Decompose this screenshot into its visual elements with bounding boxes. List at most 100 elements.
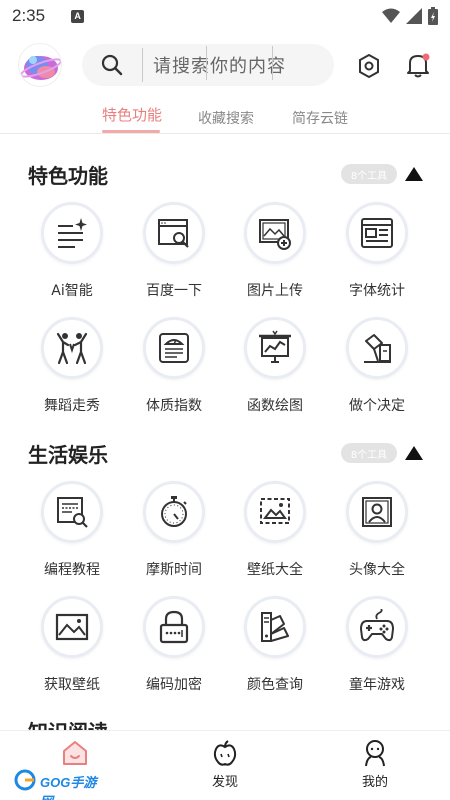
app-avatar[interactable] (18, 43, 62, 87)
tab-cloud-links[interactable]: 简存云链 (292, 108, 348, 128)
section-title-reading: 知识阅读 (28, 716, 108, 730)
bottom-nav: 发现 我的 GOG手游网 (0, 730, 450, 800)
tool-icon-circle (41, 596, 103, 658)
portrait-icon (362, 497, 392, 527)
watermark-logo: GOG手游网 (14, 769, 106, 800)
tool-label: 童年游戏 (349, 677, 405, 693)
tool-icon-circle (346, 481, 408, 543)
nav-discover[interactable]: 发现 (185, 739, 265, 799)
tool-icon-circle (143, 317, 205, 379)
tool-label: 编码加密 (146, 677, 202, 693)
tool-icon-circle (143, 481, 205, 543)
tool-ai[interactable]: Ai智能 (32, 202, 112, 302)
watermark-text: GOG手游网 (40, 775, 97, 800)
tool-label: 获取壁纸 (44, 677, 100, 693)
tool-label: 字体统计 (349, 283, 405, 299)
tool-icon-circle (41, 317, 103, 379)
home-icon (63, 741, 87, 765)
tool-count-badge: 8个工具 (341, 164, 397, 184)
chart-board-icon (259, 330, 291, 363)
search-box[interactable]: 请搜索你的内容 (82, 44, 334, 86)
notification-a-icon: A (71, 9, 85, 23)
tool-code-tutorial[interactable]: 编程教程 (32, 481, 112, 581)
stopwatch-icon (161, 496, 187, 527)
tool-icon-circle (346, 317, 408, 379)
tool-childhood-games[interactable]: 童年游戏 (337, 596, 417, 696)
tool-count-badge: 8个工具 (341, 443, 397, 463)
decision-icon (364, 334, 391, 363)
scale-icon (159, 333, 189, 363)
profile-icon (365, 740, 385, 767)
tool-encode-encrypt[interactable]: 编码加密 (134, 596, 214, 696)
color-swatch-icon (261, 612, 289, 642)
tool-font-stats[interactable]: 字体统计 (337, 202, 417, 302)
tool-label: 编程教程 (44, 562, 100, 578)
picture-icon (55, 613, 89, 641)
tool-icon-circle (41, 202, 103, 264)
bell-icon (407, 53, 430, 78)
tool-label: 头像大全 (349, 562, 405, 578)
tool-icon-circle (244, 317, 306, 379)
dance-icon (56, 332, 88, 365)
tool-bmi[interactable]: 体质指数 (134, 317, 214, 417)
section-title: 特色功能 (28, 164, 108, 188)
tool-function-plot[interactable]: 函数绘图 (235, 317, 315, 417)
ai-sparkle-icon (58, 218, 87, 248)
settings-button[interactable] (355, 52, 383, 80)
tool-image-upload[interactable]: 图片上传 (235, 202, 315, 302)
tool-icon-circle (244, 596, 306, 658)
tool-label: Ai智能 (51, 283, 93, 299)
tool-icon-circle (244, 202, 306, 264)
search-icon[interactable] (82, 44, 142, 86)
tool-label: 做个决定 (349, 398, 405, 414)
tool-icon-circle (244, 481, 306, 543)
tool-decision[interactable]: 做个决定 (337, 317, 417, 417)
signal-icon (406, 8, 422, 24)
search-input[interactable]: 请搜索你的内容 (143, 52, 286, 78)
tool-icon-circle (41, 481, 103, 543)
tool-label: 壁纸大全 (247, 562, 303, 578)
tool-icon-circle (143, 202, 205, 264)
code-tutorial-icon (57, 497, 88, 528)
tool-label: 摩斯时间 (146, 562, 202, 578)
collapse-triangle-icon[interactable] (404, 166, 424, 182)
tool-icon-circle (346, 202, 408, 264)
tool-label: 百度一下 (146, 283, 202, 299)
tool-get-wallpaper[interactable]: 获取壁纸 (32, 596, 112, 696)
tool-wallpapers[interactable]: 壁纸大全 (235, 481, 315, 581)
tool-dance[interactable]: 舞蹈走秀 (32, 317, 112, 417)
gamepad-icon (360, 609, 394, 642)
lock-icon (159, 610, 189, 644)
tool-color-query[interactable]: 颜色查询 (235, 596, 315, 696)
watermark-g-icon (14, 769, 36, 791)
battery-icon (428, 7, 438, 25)
tool-label: 颜色查询 (247, 677, 303, 693)
tab-featured[interactable]: 特色功能 (102, 104, 162, 125)
top-bar: 请搜索你的内容 (0, 42, 450, 88)
tool-avatars[interactable]: 头像大全 (337, 481, 417, 581)
wallpaper-icon (260, 498, 290, 524)
tool-baidu[interactable]: 百度一下 (134, 202, 214, 302)
tab-favorites[interactable]: 收藏搜索 (198, 108, 254, 128)
tool-label: 体质指数 (146, 398, 202, 414)
planet-avatar-icon (20, 56, 61, 80)
tab-bar: 特色功能 收藏搜索 简存云链 (0, 100, 450, 134)
tab-active-indicator (102, 130, 160, 133)
collapse-triangle-icon[interactable] (404, 445, 424, 461)
font-stats-icon (361, 218, 393, 248)
nav-profile[interactable]: 我的 (335, 739, 415, 799)
hexagon-settings-icon (359, 54, 379, 78)
section-header-life: 生活娱乐 8个工具 (0, 437, 450, 469)
tool-morse-time[interactable]: 摩斯时间 (134, 481, 214, 581)
status-bar: 2:35 A (0, 0, 450, 32)
tool-icon-circle (143, 596, 205, 658)
browser-search-icon (158, 219, 189, 248)
search-end-line (272, 46, 273, 80)
tool-label: 函数绘图 (247, 398, 303, 414)
tool-label: 舞蹈走秀 (44, 398, 100, 414)
tool-label: 图片上传 (247, 283, 303, 299)
search-cursor-line (206, 46, 207, 80)
status-time: 2:35 (12, 6, 46, 25)
tool-icon-circle (346, 596, 408, 658)
notification-button[interactable] (404, 51, 432, 79)
